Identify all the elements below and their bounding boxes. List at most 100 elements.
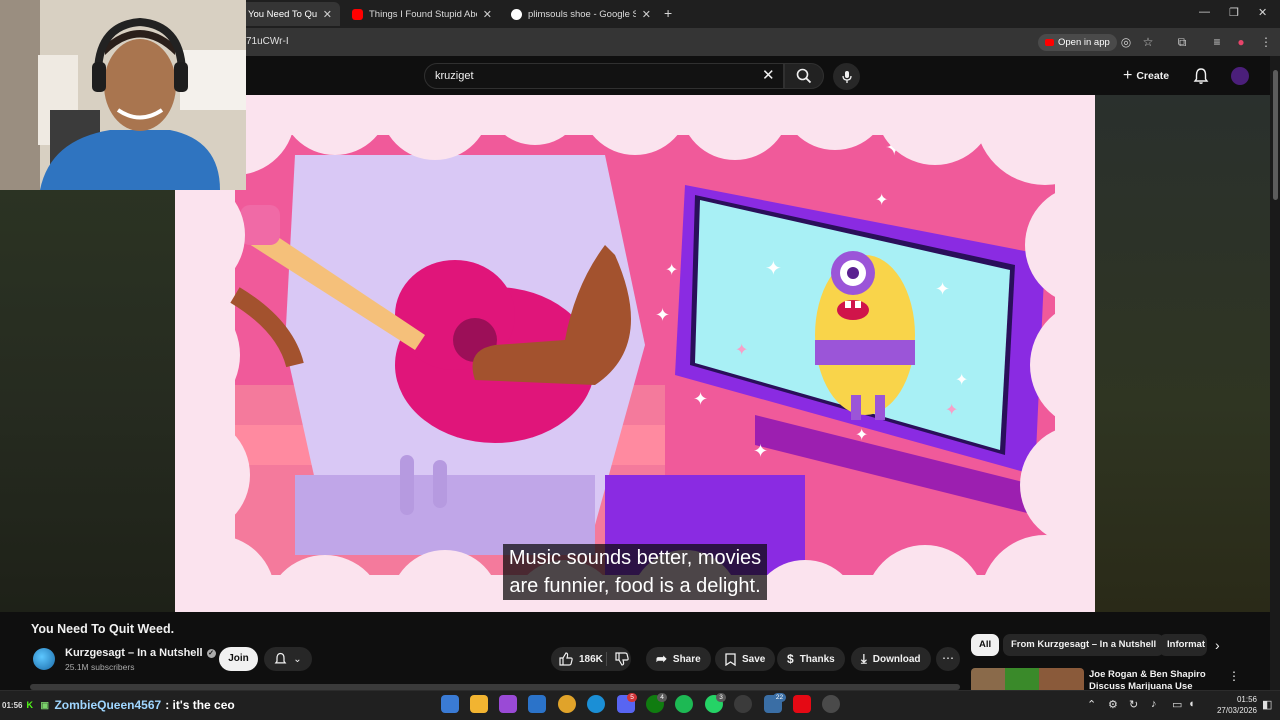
recommendation-menu-icon[interactable]: ⋮ (1228, 669, 1240, 683)
profile-icon[interactable]: ● (1234, 35, 1248, 49)
ambient-left (0, 190, 175, 612)
thanks-label: Thanks (799, 653, 835, 665)
close-window-icon[interactable]: ✕ (1258, 6, 1267, 19)
spotify-icon[interactable] (675, 695, 693, 713)
bell-icon (274, 652, 287, 664)
chat-badge-icon: ▣ (40, 700, 49, 710)
dislike-button[interactable] (609, 647, 635, 671)
copilot-icon[interactable] (499, 695, 517, 713)
obs-icon[interactable] (734, 695, 752, 713)
visual-studio-icon[interactable] (528, 695, 546, 713)
svg-text:✦: ✦ (765, 256, 782, 280)
youtube-icon (352, 8, 363, 20)
minimize-icon[interactable]: — (1199, 6, 1210, 18)
channel-name: Kurzgesagt – In a Nutshell (65, 647, 203, 659)
download-icon: ⤓ (861, 651, 867, 666)
notifications-button[interactable] (1193, 67, 1209, 90)
recommendation-thumbnail[interactable] (971, 668, 1084, 690)
create-label: Create (1136, 70, 1170, 82)
thanks-button[interactable]: $ Thanks (777, 647, 845, 671)
channel-avatar[interactable] (33, 648, 55, 670)
chip-from-channel[interactable]: From Kurzgesagt – In a Nutshell (1003, 634, 1165, 656)
tray-network-icon[interactable]: ▭ (1172, 698, 1182, 711)
svg-text:✦: ✦ (735, 340, 748, 359)
thanks-icon: $ (787, 652, 794, 666)
new-tab-button[interactable]: + (664, 5, 672, 21)
recommendation-title[interactable]: Joe Rogan & Ben Shapiro Discuss Marijuan… (1089, 669, 1219, 690)
scrollbar-thumb[interactable] (1273, 70, 1278, 200)
open-in-app-button[interactable]: Open in app (1038, 34, 1117, 51)
tray-volume-icon[interactable]: ◖ (1188, 698, 1195, 710)
tab-close-icon[interactable]: ✕ (323, 8, 332, 21)
tray-chevron-up-icon[interactable]: ⌃ (1087, 698, 1096, 711)
thumbs-down-icon (615, 652, 629, 666)
start-windows-icon[interactable] (441, 695, 459, 713)
reading-list-icon[interactable]: ≡ (1210, 35, 1224, 49)
clear-search-icon[interactable]: ✕ (762, 66, 775, 84)
open-in-app-label: Open in app (1058, 37, 1110, 48)
tab-close-icon[interactable]: ✕ (642, 8, 651, 21)
settings-app-icon[interactable] (822, 695, 840, 713)
system-clock[interactable]: 01:56 27/03/2026 (1203, 694, 1257, 716)
svg-text:✦: ✦ (855, 425, 868, 444)
extensions-icon[interactable]: ⧉ (1175, 35, 1189, 49)
subscription-bell-button[interactable]: ⌄ (264, 647, 312, 671)
like-button[interactable]: 186K (551, 647, 611, 671)
bookmark-icon (725, 652, 736, 666)
chrome-icon[interactable] (558, 695, 576, 713)
chevron-right-icon[interactable]: › (1215, 637, 1220, 653)
notification-center-icon[interactable]: ◧ (1262, 698, 1272, 711)
svg-text:✦: ✦ (945, 400, 958, 419)
edge-icon[interactable] (587, 695, 605, 713)
tab-quit-weed[interactable]: You Need To Quit Weed. - YouTube ✕ (240, 2, 340, 26)
tab-title: You Need To Quit Weed. - YouTube (248, 8, 317, 20)
youtube-icon (1045, 39, 1054, 46)
join-button[interactable]: Join (219, 647, 258, 671)
account-avatar[interactable] (1231, 67, 1249, 85)
search-button[interactable] (784, 63, 824, 89)
more-actions-button[interactable]: ⋯ (936, 647, 960, 671)
stream-chat-overlay: 01:56 K ▣ ZombieQueen4567 : it's the ceo (2, 698, 235, 712)
subscriber-count: 25.1M subscribers (65, 662, 135, 672)
tab-close-icon[interactable]: ✕ (483, 8, 492, 21)
kick-badge-icon: K (26, 700, 33, 710)
file-explorer-icon[interactable] (470, 695, 488, 713)
url-text[interactable]: 71uCWr-I (246, 36, 289, 47)
svg-text:✦: ✦ (665, 260, 678, 279)
microphone-icon (841, 70, 852, 83)
screen: You Need To Quit Weed. - YouTube ✕ Thing… (0, 0, 1280, 720)
ambient-right (1095, 95, 1270, 612)
tray-sync-icon[interactable]: ↻ (1129, 698, 1138, 711)
tab-title: plimsouls shoe - Google Search (528, 8, 636, 20)
like-count: 186K (579, 653, 603, 665)
svg-text:✦: ✦ (955, 370, 968, 389)
voice-search-button[interactable] (833, 63, 860, 90)
channel-name-link[interactable]: Kurzgesagt – In a Nutshell ✓ (65, 647, 216, 659)
xbox-badge: 4 (657, 693, 667, 702)
eye-off-icon[interactable]: ◎ (1119, 35, 1133, 49)
video-player[interactable]: ✦ ✦ ✦ ✦ ✦ ✦ ✦ ✦ ✦ ✦ ✦ ✦ M (175, 95, 1095, 612)
messaging-badge: 22 (773, 693, 786, 702)
tab-plimsouls[interactable]: plimsouls shoe - Google Search ✕ (503, 2, 659, 26)
save-button[interactable]: Save (715, 647, 776, 671)
create-button[interactable]: + Create (1123, 66, 1169, 86)
restore-icon[interactable]: ❐ (1229, 6, 1239, 19)
share-label: Share (672, 653, 701, 665)
bookmark-star-icon[interactable]: ☆ (1141, 35, 1155, 49)
search-input[interactable]: kruziget (424, 63, 784, 89)
webcam-overlay (0, 0, 246, 190)
chip-information[interactable]: Informat (1159, 634, 1207, 656)
clock-date: 27/03/2026 (1216, 706, 1257, 715)
chip-all[interactable]: All (971, 634, 1000, 656)
share-button[interactable]: ➦ Share (646, 647, 711, 671)
video-title: You Need To Quit Weed. (31, 622, 175, 636)
svg-text:✦: ✦ (753, 441, 768, 462)
chrome-menu-icon[interactable]: ⋮ (1259, 35, 1273, 49)
netflix-icon[interactable] (793, 695, 811, 713)
download-button[interactable]: ⤓ Download (851, 647, 931, 671)
tab-things-stupid[interactable]: Things I Found Stupid About Sm ✕ (344, 2, 500, 26)
tray-mic-icon[interactable]: ♪ (1151, 698, 1157, 710)
share-icon: ➦ (656, 651, 667, 666)
chevron-down-icon: ⌄ (293, 653, 302, 665)
tray-app-icon[interactable]: ⚙ (1108, 698, 1118, 711)
